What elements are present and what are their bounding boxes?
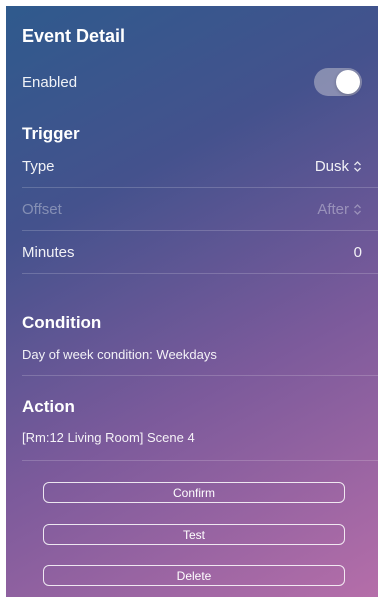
toggle-knob (336, 70, 360, 94)
chevron-up-down-icon (353, 203, 362, 216)
action-text[interactable]: [Rm:12 Living Room] Scene 4 (22, 430, 195, 445)
divider (22, 273, 378, 274)
chevron-up-down-icon (353, 160, 362, 173)
test-button[interactable]: Test (43, 524, 345, 545)
minutes-value: 0 (353, 243, 362, 261)
type-value: Dusk (314, 157, 349, 175)
action-section-title: Action (22, 397, 75, 416)
divider (22, 375, 378, 376)
trigger-type-row[interactable]: Type Dusk (22, 145, 362, 187)
condition-text[interactable]: Day of week condition: Weekdays (22, 347, 217, 362)
confirm-button[interactable]: Confirm (43, 482, 345, 503)
event-detail-screen: Event Detail Enabled Trigger Type Dusk O… (6, 6, 378, 597)
offset-label: Offset (22, 200, 62, 218)
trigger-offset-row: Offset After (22, 188, 362, 230)
type-label: Type (22, 157, 55, 175)
condition-section-title: Condition (22, 313, 102, 332)
enabled-label: Enabled (22, 73, 78, 91)
minutes-label: Minutes (22, 243, 75, 261)
trigger-section-title: Trigger (22, 124, 80, 143)
delete-button[interactable]: Delete (43, 565, 345, 586)
divider (22, 460, 378, 461)
page-title: Event Detail (22, 26, 126, 46)
enabled-row: Enabled (22, 61, 362, 103)
offset-value: After (317, 200, 349, 218)
enabled-toggle[interactable] (314, 68, 362, 96)
trigger-minutes-row[interactable]: Minutes 0 (22, 231, 362, 273)
